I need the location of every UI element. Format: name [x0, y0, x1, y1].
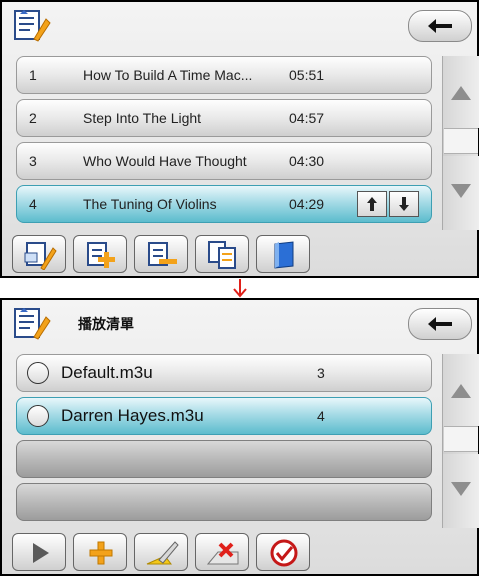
track-title: Step Into The Light — [83, 110, 202, 126]
add-track-icon — [87, 242, 115, 268]
playlist-count: 4 — [317, 408, 325, 424]
triangle-up-icon — [451, 384, 471, 398]
add-track-button[interactable] — [73, 235, 127, 273]
bottom-toolbar — [2, 232, 477, 276]
track-duration: 05:51 — [289, 67, 325, 83]
playlist-row-selected[interactable]: Darren Hayes.m3u 4 — [16, 397, 432, 435]
play-icon — [33, 543, 49, 563]
track-row-selected[interactable]: 4 The Tuning Of Violins 04:29 — [16, 185, 432, 223]
track-duration: 04:57 — [289, 110, 325, 126]
back-arrow-icon — [428, 317, 452, 331]
track-row[interactable]: 3 Who Would Have Thought 04:30 — [16, 142, 432, 180]
back-arrow-icon — [428, 19, 452, 33]
edit-playlist-button[interactable] — [12, 235, 66, 273]
confirm-icon — [270, 539, 298, 567]
move-up-button[interactable] — [357, 191, 387, 217]
empty-row — [16, 483, 432, 521]
scrollbar[interactable] — [442, 56, 479, 230]
add-button[interactable] — [73, 533, 127, 571]
remove-track-icon — [148, 242, 177, 266]
save-icon — [274, 241, 294, 269]
playlist-screen: 播放清單 Default.m3u 3 Darren Hayes.m3u 4 — [0, 298, 479, 576]
edit-playlist-icon — [24, 242, 57, 270]
playlist-count: 3 — [317, 365, 325, 381]
rename-button[interactable] — [134, 533, 188, 571]
track-number: 4 — [29, 196, 37, 212]
bottom-toolbar — [2, 530, 477, 574]
track-title: Who Would Have Thought — [83, 153, 247, 169]
scroll-down-button[interactable] — [443, 156, 479, 230]
scroll-thumb[interactable] — [444, 426, 478, 452]
playlist-name: Darren Hayes.m3u — [61, 406, 204, 425]
move-down-button[interactable] — [389, 191, 419, 217]
play-button[interactable] — [12, 533, 66, 571]
track-number: 2 — [29, 110, 37, 126]
confirm-button[interactable] — [256, 533, 310, 571]
copy-track-icon — [208, 241, 236, 269]
track-row[interactable]: 1 How To Build A Time Mac... 05:51 — [16, 56, 432, 94]
triangle-up-icon — [451, 86, 471, 100]
empty-row — [16, 440, 432, 478]
delete-icon — [206, 542, 239, 565]
scroll-down-button[interactable] — [443, 454, 479, 528]
playlist-app-icon — [14, 308, 51, 340]
back-button[interactable] — [408, 10, 472, 42]
playlist-app-icon — [14, 10, 51, 42]
arrow-down-icon — [399, 197, 409, 211]
radio-button[interactable] — [27, 405, 49, 427]
transition-arrow-icon — [233, 279, 247, 298]
track-number: 1 — [29, 67, 37, 83]
scroll-up-button[interactable] — [443, 354, 479, 426]
remove-track-button[interactable] — [134, 235, 188, 273]
copy-track-button[interactable] — [195, 235, 249, 273]
track-duration: 04:30 — [289, 153, 325, 169]
scrollbar[interactable] — [442, 354, 479, 528]
radio-button[interactable] — [27, 362, 49, 384]
track-number: 3 — [29, 153, 37, 169]
arrow-up-icon — [367, 197, 377, 211]
track-title: The Tuning Of Violins — [83, 196, 217, 212]
back-button[interactable] — [408, 308, 472, 340]
playlist-row[interactable]: Default.m3u 3 — [16, 354, 432, 392]
track-duration: 04:29 — [289, 196, 325, 212]
triangle-down-icon — [451, 482, 471, 496]
delete-button[interactable] — [195, 533, 249, 571]
scroll-thumb[interactable] — [444, 128, 478, 154]
track-title: How To Build A Time Mac... — [83, 67, 253, 83]
edit-icon — [146, 541, 179, 565]
track-row[interactable]: 2 Step Into The Light 04:57 — [16, 99, 432, 137]
title-bar: 播放清單 — [2, 300, 477, 346]
title-bar — [2, 2, 477, 48]
track-list-screen: 1 How To Build A Time Mac... 05:51 2 Ste… — [0, 0, 479, 278]
save-button[interactable] — [256, 235, 310, 273]
playlist-name: Default.m3u — [61, 363, 153, 382]
triangle-down-icon — [451, 184, 471, 198]
screen-title: 播放清單 — [78, 316, 134, 332]
scroll-up-button[interactable] — [443, 56, 479, 128]
add-icon — [89, 541, 113, 565]
